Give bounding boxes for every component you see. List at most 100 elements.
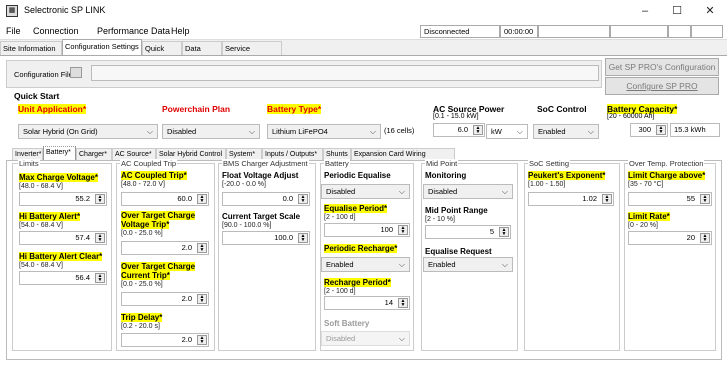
max-charge-voltage-input[interactable]: 55.2 ▲ ▼ — [19, 192, 107, 206]
powerchain-plan-select[interactable]: Disabled ⌵ — [162, 124, 260, 139]
limit-rate-input[interactable]: 20 ▲ ▼ — [628, 231, 712, 245]
spinner-icon[interactable]: ▲ ▼ — [95, 194, 105, 204]
float-voltage-adjust-input[interactable]: 0.0 ▲ ▼ — [222, 192, 310, 206]
soc-control-select[interactable]: Enabled ⌵ — [533, 124, 599, 139]
spinner-icon[interactable]: ▲ ▼ — [700, 194, 710, 204]
current-target-scale-range: [90.0 - 100.0 %] — [222, 222, 272, 229]
spinner-icon[interactable]: ▲ ▼ — [95, 273, 105, 283]
chevron-down-icon: ⌵ — [516, 127, 523, 136]
ac-coupled-trip-title: AC Coupled Trip — [120, 159, 178, 168]
menu-file[interactable]: File — [6, 26, 21, 36]
tab-service-settings[interactable]: Service Settings — [222, 41, 282, 66]
hi-battery-alert-clear-label: Hi Battery Alert Clear* — [19, 252, 103, 261]
tab-site-information[interactable]: Site Information — [0, 41, 62, 55]
ac-coupled-trip-input[interactable]: 60.0 ▲ ▼ — [121, 192, 209, 206]
config-file-path[interactable] — [91, 65, 599, 81]
spinner-icon[interactable]: ▲ ▼ — [398, 225, 408, 235]
tab-data-view[interactable]: Data View — [182, 41, 222, 66]
limit-rate-value: 20 — [686, 233, 695, 242]
limit-charge-above-input[interactable]: 55 ▲ ▼ — [628, 192, 712, 206]
ac-source-power-value: 6.0 — [457, 125, 468, 134]
spinner-icon[interactable]: ▲ ▼ — [197, 294, 207, 304]
ac-coupled-trip-label: AC Coupled Trip* — [121, 171, 187, 180]
hi-battery-alert-clear-input[interactable]: 56.4 ▲ ▼ — [19, 271, 107, 285]
mid-point-range-input[interactable]: 5 ▲ ▼ — [425, 225, 511, 239]
spinner-icon[interactable]: ▲ ▼ — [499, 227, 509, 237]
equalise-request-value: Enabled — [428, 260, 456, 269]
hi-battery-alert-input[interactable]: 57.4 ▲ ▼ — [19, 231, 107, 245]
battery-type-select[interactable]: Lithium LiFePO4 ⌵ — [267, 124, 381, 139]
tab-configuration-settings[interactable]: Configuration Settings — [62, 39, 142, 55]
hi-battery-alert-range: [54.0 - 68.4 V] — [19, 222, 63, 229]
unit-application-value: Solar Hybrid (On Grid) — [23, 127, 98, 136]
hi-battery-alert-label: Hi Battery Alert* — [19, 212, 81, 221]
current-target-scale-value: 100.0 — [274, 233, 293, 242]
over-target-voltage-trip-input[interactable]: 2.0 ▲ ▼ — [121, 241, 209, 255]
battery-title: Battery — [324, 159, 350, 168]
battery-cells: (16 cells) — [384, 126, 415, 135]
over-temp-title: Over Temp. Protection — [628, 159, 705, 168]
battery-capacity-value: 300 — [638, 125, 651, 134]
periodic-recharge-label: Periodic Recharge* — [324, 244, 398, 253]
current-target-scale-input[interactable]: 100.0 ▲ ▼ — [222, 231, 310, 245]
minimize-button[interactable]: – — [630, 2, 660, 20]
equalise-period-label: Equalise Period* — [324, 204, 388, 213]
equalise-period-input[interactable]: 100 ▲ ▼ — [324, 223, 410, 237]
mid-point-range-label: Mid Point Range — [425, 206, 488, 215]
spinner-icon[interactable]: ▲ ▼ — [197, 243, 207, 253]
trip-delay-range: [0.2 - 20.0 s] — [121, 323, 160, 330]
hi-battery-alert-value: 57.4 — [75, 233, 90, 242]
menu-performance-data[interactable]: Performance Data — [97, 26, 170, 36]
spinner-icon[interactable]: ▲ ▼ — [656, 125, 666, 135]
get-configuration-button[interactable]: Get SP PRO's Configuration — [605, 58, 719, 76]
chevron-down-icon: ⌵ — [398, 187, 405, 196]
periodic-equalise-value: Disabled — [326, 187, 356, 196]
ac-source-unit-select[interactable]: kW ⌵ — [486, 124, 528, 139]
ac-source-power-input[interactable]: 6.0 ▲ ▼ — [433, 123, 485, 137]
peukert-exponent-input[interactable]: 1.02 ▲ ▼ — [528, 192, 614, 206]
configure-sp-pro-button[interactable]: Configure SP PRO — [605, 77, 719, 95]
hi-battery-alert-clear-range: [54.0 - 68.4 V] — [19, 262, 63, 269]
peukert-exponent-label: Peukert's Exponent* — [528, 171, 606, 180]
chevron-down-icon: ⌵ — [369, 127, 376, 136]
subtab-charger[interactable]: Charger* — [76, 148, 112, 160]
periodic-recharge-select[interactable]: Enabled ⌵ — [321, 257, 410, 272]
spinner-icon[interactable]: ▲ ▼ — [197, 194, 207, 204]
quick-start-title: Quick Start — [14, 91, 60, 101]
spinner-icon[interactable]: ▲ ▼ — [95, 233, 105, 243]
ac-coupled-trip-range: [48.0 - 72.0 V] — [121, 181, 165, 188]
periodic-equalise-select[interactable]: Disabled ⌵ — [321, 184, 410, 199]
peukert-exponent-range: [1.00 - 1.50] — [528, 181, 566, 188]
open-file-icon[interactable] — [70, 67, 82, 78]
recharge-period-input[interactable]: 14 ▲ ▼ — [324, 296, 410, 310]
spinner-icon[interactable]: ▲ ▼ — [398, 298, 408, 308]
float-voltage-adjust-value: 0.0 — [282, 194, 293, 203]
status-field-3 — [668, 25, 691, 38]
spinner-icon[interactable]: ▲ ▼ — [197, 335, 207, 345]
equalise-request-select[interactable]: Enabled ⌵ — [423, 257, 513, 272]
float-voltage-adjust-label: Float Voltage Adjust — [222, 171, 299, 180]
battery-capacity-input[interactable]: 300 ▲ ▼ — [630, 123, 668, 137]
spinner-icon[interactable]: ▲ ▼ — [298, 233, 308, 243]
periodic-recharge-value: Enabled — [326, 260, 354, 269]
trip-delay-label: Trip Delay* — [121, 313, 163, 322]
peukert-exponent-value: 1.02 — [582, 194, 597, 203]
menu-help[interactable]: Help — [171, 26, 190, 36]
session-timer: 00:00:00 — [500, 25, 538, 38]
maximize-button[interactable]: ☐ — [662, 2, 692, 20]
spinner-icon[interactable]: ▲ ▼ — [298, 194, 308, 204]
limit-rate-range: [0 - 20 %] — [628, 222, 658, 229]
spinner-icon[interactable]: ▲ ▼ — [700, 233, 710, 243]
spinner-icon[interactable]: ▲ ▼ — [602, 194, 612, 204]
unit-application-select[interactable]: Solar Hybrid (On Grid) ⌵ — [18, 124, 158, 139]
close-button[interactable]: ✕ — [695, 2, 725, 20]
monitoring-select[interactable]: Disabled ⌵ — [423, 184, 513, 199]
trip-delay-input[interactable]: 2.0 ▲ ▼ — [121, 333, 209, 347]
over-target-current-trip-input[interactable]: 2.0 ▲ ▼ — [121, 292, 209, 306]
equalise-request-label: Equalise Request — [425, 247, 492, 256]
bms-adjustment-title: BMS Charger Adjustment — [222, 159, 309, 168]
subtab-battery[interactable]: Battery* — [43, 146, 76, 160]
tab-quick-view[interactable]: Quick View — [142, 41, 182, 66]
spinner-icon[interactable]: ▲ ▼ — [473, 125, 483, 135]
menu-connection[interactable]: Connection — [33, 26, 79, 36]
